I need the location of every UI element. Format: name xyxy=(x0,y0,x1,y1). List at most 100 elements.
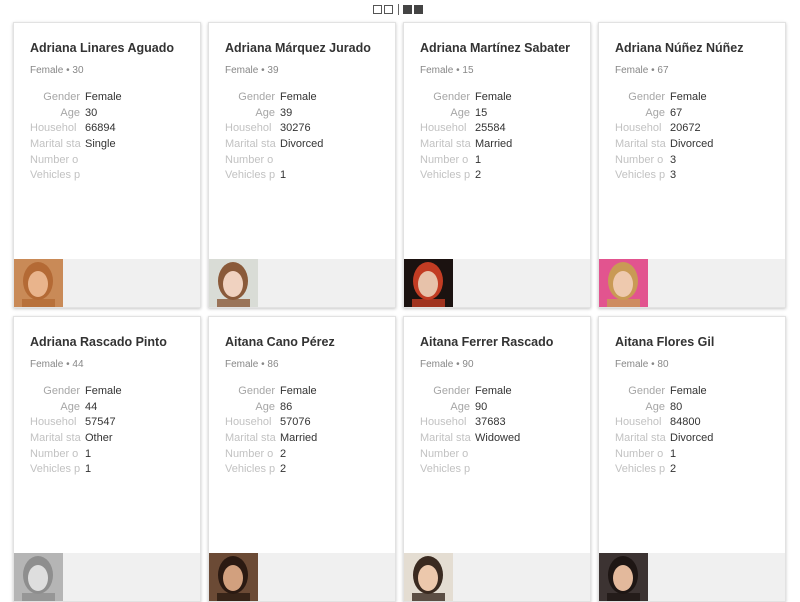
field-label: Marital sta xyxy=(420,431,471,444)
card-fields: Gender Female Age 30 Househol 66894 Marital… xyxy=(30,89,122,183)
field-row: Number o xyxy=(420,446,520,462)
card-summary: Female • 67 xyxy=(615,65,669,76)
field-row: Househol 30276 xyxy=(225,120,323,136)
card-title: Aitana Ferrer Rascado xyxy=(420,335,554,349)
card-grid: Adriana Linares Aguado Female • 30 Gende… xyxy=(13,22,786,602)
field-label: Marital sta xyxy=(30,137,81,150)
field-label: Number o xyxy=(30,447,79,460)
field-row: Gender Female xyxy=(30,89,122,105)
field-row: Age 67 xyxy=(615,105,713,121)
view-mode-switcher xyxy=(373,3,425,15)
field-label: Number o xyxy=(30,153,79,166)
field-row: Number o 1 xyxy=(420,152,512,168)
avatar xyxy=(404,259,453,307)
field-row: Number o 2 xyxy=(225,446,317,462)
person-card[interactable]: Adriana Rascado Pinto Female • 44 Gender… xyxy=(13,316,201,602)
field-value: Female xyxy=(85,384,122,397)
field-value: 25584 xyxy=(475,122,506,135)
field-value: 1 xyxy=(670,447,677,460)
field-label: Vehicles p xyxy=(615,169,666,182)
field-label: Gender xyxy=(433,90,470,103)
field-row: Age 15 xyxy=(420,105,512,121)
card-title: Adriana Rascado Pinto xyxy=(30,335,167,349)
avatar xyxy=(599,259,648,307)
field-value: 37683 xyxy=(475,416,506,429)
field-row: Gender Female xyxy=(615,383,713,399)
field-row: Age 30 xyxy=(30,105,122,121)
avatar xyxy=(14,259,63,307)
field-label: Vehicles p xyxy=(615,463,666,476)
field-row: Marital sta Divorced xyxy=(615,136,713,152)
field-row: Gender Female xyxy=(225,89,323,105)
field-row: Marital sta Divorced xyxy=(615,430,713,446)
card-fields: Gender Female Age 39 Househol 30276 Marital… xyxy=(225,89,323,183)
field-value: Widowed xyxy=(475,431,521,444)
field-label: Number o xyxy=(615,153,664,166)
field-row: Househol 57547 xyxy=(30,414,122,430)
field-row: Age 90 xyxy=(420,399,520,415)
field-value: 3 xyxy=(670,153,677,166)
card-title: Aitana Flores Gil xyxy=(615,335,715,349)
field-row: Number o 1 xyxy=(30,446,122,462)
field-label: Househol xyxy=(420,416,467,429)
list-view-icon[interactable] xyxy=(403,4,412,14)
field-label: Vehicles p xyxy=(225,169,276,182)
field-label: Gender xyxy=(43,384,80,397)
person-card[interactable]: Aitana Flores Gil Female • 80 Gender Fema… xyxy=(598,316,786,602)
field-value: 66894 xyxy=(85,122,116,135)
list-view-icon[interactable] xyxy=(414,4,423,14)
field-row: Age 80 xyxy=(615,399,713,415)
field-value: 80 xyxy=(670,400,683,413)
field-row: Marital sta Married xyxy=(420,136,512,152)
field-label: Gender xyxy=(628,384,665,397)
field-value: Divorced xyxy=(280,137,324,150)
field-label: Gender xyxy=(238,384,275,397)
field-row: Gender Female xyxy=(420,383,520,399)
card-summary: Female • 39 xyxy=(225,65,279,76)
person-card[interactable]: Adriana Linares Aguado Female • 30 Gende… xyxy=(13,22,201,308)
field-row: Marital sta Single xyxy=(30,136,122,152)
field-row: Marital sta Other xyxy=(30,430,122,446)
avatar xyxy=(599,553,648,601)
person-card[interactable]: Adriana Márquez Jurado Female • 39 Gende… xyxy=(208,22,396,308)
card-summary: Female • 86 xyxy=(225,359,279,370)
field-value: 1 xyxy=(475,153,482,166)
person-card[interactable]: Adriana Núñez Núñez Female • 67 Gender Fe… xyxy=(598,22,786,308)
field-value: 2 xyxy=(475,169,482,182)
field-value: Married xyxy=(280,431,318,444)
field-value: 57076 xyxy=(280,416,311,429)
card-summary: Female • 80 xyxy=(615,359,669,370)
avatar xyxy=(209,259,258,307)
field-value: 2 xyxy=(280,463,287,476)
field-label: Marital sta xyxy=(615,431,666,444)
field-label: Marital sta xyxy=(30,431,81,444)
grid-view-icon[interactable] xyxy=(384,4,393,14)
field-row: Marital sta Divorced xyxy=(225,136,323,152)
field-value: Other xyxy=(85,431,113,444)
field-value: 44 xyxy=(85,400,98,413)
person-card[interactable]: Aitana Cano Pérez Female • 86 Gender Fema… xyxy=(208,316,396,602)
person-card[interactable]: Aitana Ferrer Rascado Female • 90 Gender… xyxy=(403,316,591,602)
field-label: Number o xyxy=(225,153,274,166)
avatar xyxy=(14,553,63,601)
field-value: Female xyxy=(670,384,707,397)
field-value: 20672 xyxy=(670,122,701,135)
field-row: Number o 3 xyxy=(615,152,713,168)
field-value: Female xyxy=(670,90,707,103)
field-row: Househol 37683 xyxy=(420,414,520,430)
field-label: Age xyxy=(645,400,665,413)
field-value: Female xyxy=(85,90,122,103)
field-label: Gender xyxy=(433,384,470,397)
field-row: Gender Female xyxy=(615,89,713,105)
field-value: Female xyxy=(280,90,317,103)
field-value: 1 xyxy=(85,463,92,476)
card-title: Adriana Núñez Núñez xyxy=(615,41,744,55)
card-title: Adriana Martínez Sabater xyxy=(420,41,571,55)
grid-view-icon[interactable] xyxy=(373,4,382,14)
field-row: Age 44 xyxy=(30,399,122,415)
card-fields: Gender Female Age 67 Househol 20672 Marital… xyxy=(615,89,713,183)
field-value: 2 xyxy=(670,463,677,476)
person-card[interactable]: Adriana Martínez Sabater Female • 15 Gen… xyxy=(403,22,591,308)
card-fields: Gender Female Age 80 Househol 84800 Marital… xyxy=(615,383,713,477)
avatar xyxy=(209,553,258,601)
